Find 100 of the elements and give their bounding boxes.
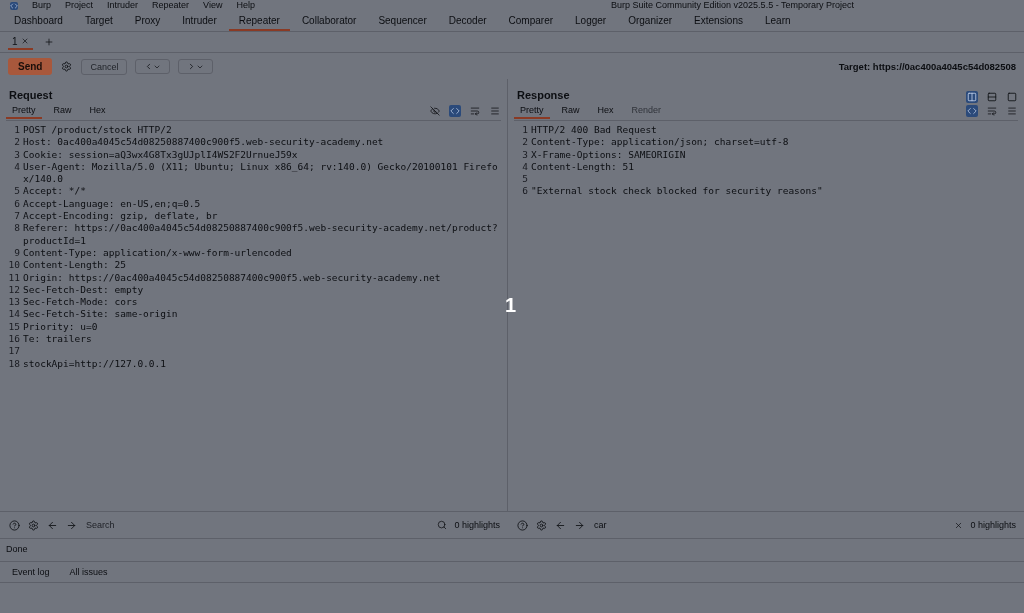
code-line: Host: 0ac400a4045c54d08250887400c900f5.web-security-academy.net [23, 136, 384, 149]
main-tab[interactable]: Organizer [618, 12, 683, 31]
search-icon[interactable] [436, 519, 449, 531]
target-label: Target: https://0ac400a4045c54d082508 [838, 61, 1016, 72]
code-line: User-Agent: Mozilla/5.0 (X11; Ubuntu; Linux x86_64; rv:140.0) Gecko/20100101 Firefox/140.0 [23, 160, 499, 186]
window-title: Burp Suite Community Edition v2025.5.5 - Temporary Project [611, 0, 854, 11]
line-number: 2 [13, 136, 21, 149]
code-icon[interactable] [449, 105, 461, 117]
menu-item[interactable]: Intruder [107, 0, 139, 11]
main-tab[interactable]: Target [74, 12, 123, 31]
code-line: "External stock check blocked for security reasons" [531, 185, 823, 198]
code-line: Te: trailers [23, 333, 92, 346]
bottom-tab[interactable]: All issues [69, 566, 108, 578]
main-tab[interactable]: Logger [565, 12, 617, 31]
code-line: Referer: https://0ac400a4045c54d08250887400c900f5.web-security-academy.net/product?productId=1 [23, 222, 499, 247]
code-line: Priority: u=0 [23, 320, 98, 334]
line-number: 16 [7, 333, 21, 346]
highlight-count: 0 highlights [970, 520, 1016, 530]
line-number: 6 [521, 185, 529, 198]
line-number: 17 [7, 345, 21, 358]
main-tab[interactable]: Collaborator [291, 12, 367, 31]
layout-icon[interactable] [986, 91, 998, 103]
code-line: stockApi=http://127.0.0.1 [23, 357, 166, 370]
line-number: 2 [521, 136, 529, 149]
code-line: Sec-Fetch-Site: same-origin [23, 308, 178, 321]
main-tab[interactable]: Comparer [498, 12, 564, 31]
status-text: Done [6, 544, 28, 554]
app-logo-icon [10, 1, 18, 10]
search-field[interactable]: Search [84, 519, 431, 531]
main-tab[interactable]: Dashboard [4, 12, 73, 31]
line-number: 18 [7, 357, 21, 370]
wrap-icon[interactable] [469, 105, 481, 117]
code-icon[interactable] [966, 105, 978, 117]
settings-icon[interactable] [27, 518, 40, 532]
line-number: 14 [7, 308, 21, 321]
line-number: 13 [7, 296, 21, 309]
editor-tab[interactable]: Pretty [514, 103, 550, 119]
code-line: Content-Length: 25 [23, 259, 126, 272]
menu-item[interactable]: Repeater [152, 0, 190, 11]
code-line: Content-Type: application/x-www-form-urlencoded [23, 246, 292, 260]
line-number: 7 [13, 210, 21, 223]
wrap-icon[interactable] [986, 105, 998, 117]
editor-tab[interactable]: Pretty [6, 103, 42, 119]
line-number: 3 [13, 148, 21, 161]
code-line: Accept-Encoding: gzip, deflate, br [23, 210, 218, 223]
editor-tab[interactable]: Raw [555, 103, 586, 119]
menu-item[interactable]: Help [236, 0, 255, 11]
line-number: 12 [7, 283, 21, 297]
code-line: Accept: */* [23, 185, 86, 198]
editor-tab[interactable]: Raw [47, 103, 78, 119]
main-tab[interactable]: Learn [755, 12, 801, 31]
code-line: Cookie: session=aQ3wx4G8Tx3gUJplI4WS2F2UrnueJ59x [23, 148, 298, 161]
main-tab[interactable]: Decoder [438, 12, 497, 31]
code-line: Origin: https://0ac400a4045c54d08250887400c900f5.web-security-academy.net [23, 271, 441, 284]
line-number: 5 [13, 185, 21, 198]
editor-tab[interactable]: Hex [83, 103, 112, 119]
highlight-count: 0 highlights [454, 520, 500, 530]
line-number: 10 [7, 259, 21, 272]
menu-item[interactable]: Burp [32, 0, 51, 11]
line-number: 1 [521, 124, 529, 137]
help-icon[interactable] [8, 518, 21, 532]
main-tab[interactable]: Extensions [684, 12, 753, 31]
line-number: 4 [521, 160, 529, 174]
eye-off-icon[interactable] [429, 105, 441, 117]
line-number: 6 [13, 197, 21, 211]
main-tab[interactable]: Sequencer [368, 12, 437, 31]
code-line: Content-Length: 51 [531, 160, 634, 174]
line-number: 11 [7, 271, 21, 284]
panel-title: Response [516, 89, 570, 103]
request-tab[interactable]: 1 [8, 34, 33, 50]
settings-icon[interactable] [535, 518, 548, 532]
step-number: 1 [505, 294, 517, 317]
code-line: Content-Type: application/json; charset=utf-8 [531, 136, 789, 149]
main-tab[interactable]: Intruder [172, 12, 227, 31]
line-number: 3 [521, 148, 529, 161]
code-line: HTTP/2 400 Bad Request [531, 124, 657, 137]
code-line: Sec-Fetch-Mode: cors [23, 296, 138, 309]
cancel-button[interactable]: Cancel [81, 58, 128, 75]
code-line: X-Frame-Options: SAMEORIGIN [531, 148, 686, 161]
send-button[interactable]: Send [8, 58, 53, 75]
editor-tab[interactable]: Hex [591, 103, 620, 119]
search-field[interactable]: car [592, 519, 948, 531]
main-tab[interactable]: Proxy [124, 12, 171, 31]
code-line: Sec-Fetch-Dest: empty [23, 283, 144, 297]
line-number: 5 [521, 173, 529, 186]
line-number: 4 [13, 160, 21, 174]
bottom-tab[interactable]: Event log [12, 566, 50, 578]
menu-item[interactable]: Project [65, 0, 94, 11]
menu-icon[interactable] [489, 105, 501, 117]
line-number: 8 [13, 222, 21, 236]
code-line: POST /product/stock HTTP/2 [23, 124, 172, 137]
menu-icon[interactable] [1006, 105, 1018, 117]
help-icon[interactable] [516, 518, 529, 532]
line-number: 15 [7, 320, 21, 334]
layout-icon[interactable] [1006, 91, 1018, 103]
settings-icon[interactable] [60, 60, 74, 73]
panel-title: Request [8, 89, 53, 103]
menu-item[interactable]: View [203, 0, 223, 11]
main-tab[interactable]: Repeater [228, 12, 290, 31]
line-number: 1 [13, 124, 21, 137]
